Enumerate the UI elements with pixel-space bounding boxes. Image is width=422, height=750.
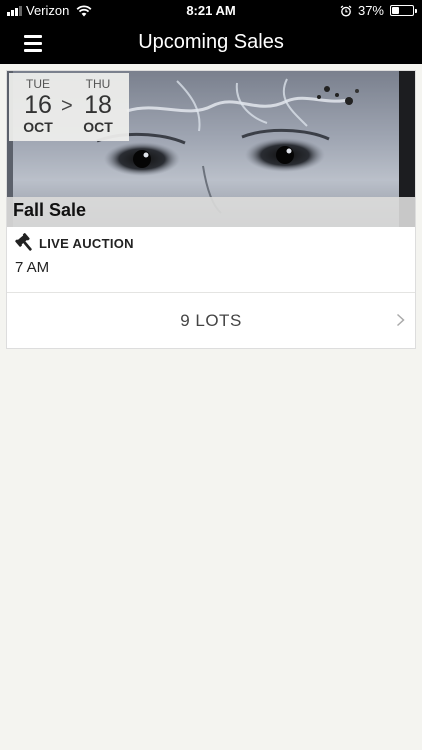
sale-title-band: Fall Sale — [7, 197, 415, 227]
auction-type-row: LIVE AUCTION — [15, 233, 134, 253]
end-day: 18 — [84, 91, 112, 119]
chevron-right-icon — [396, 313, 405, 327]
battery-level — [392, 7, 400, 14]
sale-card[interactable]: TUE 16 OCT > THU 18 OCT Fall Sale LIVE A… — [6, 70, 416, 349]
lots-button[interactable]: 9 LOTS — [7, 293, 415, 349]
gavel-icon — [15, 233, 32, 251]
start-month: OCT — [23, 119, 53, 135]
end-month: OCT — [83, 119, 113, 135]
end-day-of-week: THU — [85, 77, 111, 91]
status-bar: Verizon 8:21 AM 37% — [0, 0, 422, 22]
page-title: Upcoming Sales — [138, 31, 284, 53]
sale-cover-image[interactable]: TUE 16 OCT > THU 18 OCT Fall Sale — [7, 71, 415, 227]
lots-count: 9 LOTS — [180, 311, 242, 330]
start-day: 16 — [24, 91, 52, 119]
start-date: TUE 16 OCT — [13, 77, 63, 135]
battery-percent: 37% — [357, 3, 384, 18]
alarm-icon — [340, 4, 352, 16]
date-badge: TUE 16 OCT > THU 18 OCT — [9, 73, 129, 141]
status-right: 37% — [340, 3, 417, 18]
date-range-separator: > — [61, 95, 73, 117]
sale-title: Fall Sale — [13, 200, 87, 220]
battery-icon — [390, 5, 417, 16]
end-date: THU 18 OCT — [73, 77, 123, 135]
nav-bar: Upcoming Sales — [0, 22, 422, 64]
start-day-of-week: TUE — [26, 77, 50, 91]
auction-type-label: LIVE AUCTION — [39, 235, 134, 251]
sale-time: 7 AM — [15, 259, 50, 276]
